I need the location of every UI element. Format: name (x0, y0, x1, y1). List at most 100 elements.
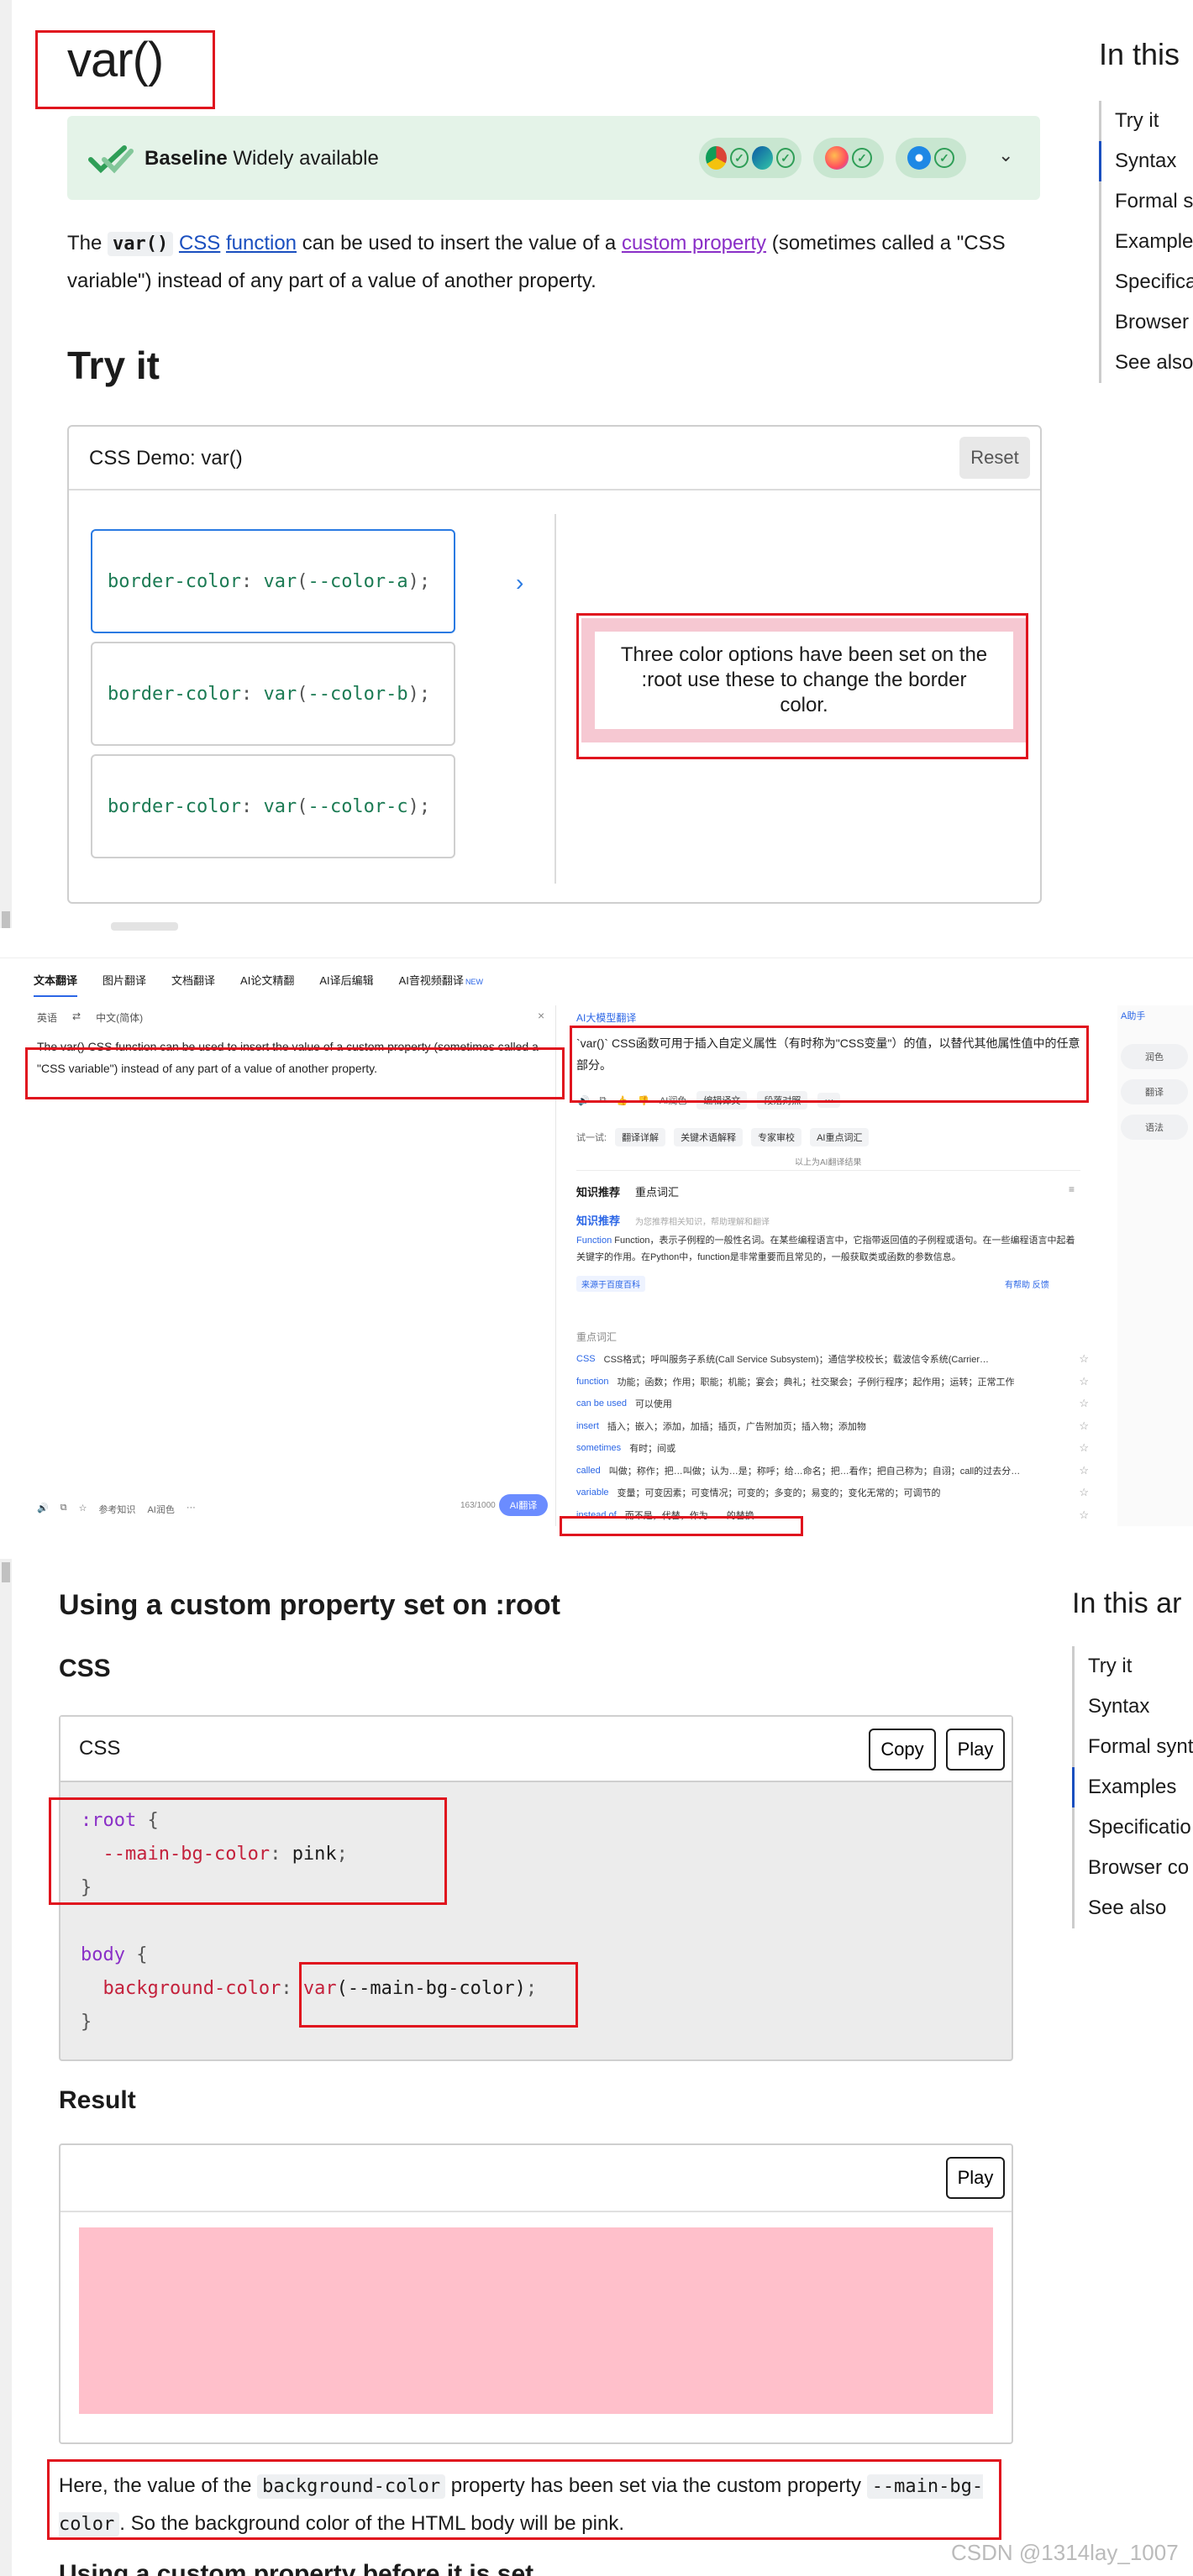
vocab-row: CSS CSS格式；呼叫服务子系统(Call Service Subsystem)… (576, 1352, 1089, 1366)
pink-body-preview (79, 2227, 993, 2414)
try-it-heading: Try it (67, 344, 160, 387)
toc-item-syntax[interactable]: Syntax (1075, 1687, 1193, 1727)
star-icon[interactable]: ☆ (1079, 1397, 1089, 1410)
target-language-select[interactable]: 中文(简体) (96, 1010, 143, 1025)
tab-text-translate[interactable]: 文本翻译 (34, 972, 78, 997)
toc-item-examples[interactable]: Examples (1072, 1767, 1193, 1807)
thumbs-down-icon[interactable]: 👎 (638, 1095, 649, 1106)
star-icon[interactable]: ☆ (1079, 1508, 1089, 1522)
star-icon[interactable]: ☆ (1079, 1375, 1089, 1388)
tab-knowledge[interactable]: 知识推荐 (576, 1183, 620, 1199)
reference-knowledge-button[interactable]: 参考知识 (98, 1503, 135, 1516)
vocab-row: variable 变量；可变因素；可变情况；可变的；多变的；易变的；变化无常的；可… (576, 1486, 1089, 1499)
demo-choice-a[interactable]: border-color: var(--color-a); (91, 529, 455, 633)
toc-item-syntax[interactable]: Syntax (1099, 141, 1193, 181)
star-icon[interactable]: ☆ (1079, 1464, 1089, 1477)
play-button[interactable]: Play (946, 2157, 1005, 2199)
baseline-banner[interactable]: Baseline Widely available ✓ ✓ ✓ ✓ ⌄ (67, 116, 1040, 200)
star-icon[interactable]: ☆ (1079, 1441, 1089, 1455)
translate-button[interactable]: 翻译 (1121, 1079, 1188, 1104)
ai-polish-button[interactable]: AI润色 (660, 1094, 686, 1107)
toc-item-specifications[interactable]: Specificatio (1075, 1807, 1193, 1848)
grammar-button[interactable]: 语法 (1121, 1115, 1188, 1140)
css-demo-box: CSS Demo: var() Reset border-color: var(… (67, 425, 1042, 904)
toc-item-formal-syntax[interactable]: Formal synt (1075, 1727, 1193, 1767)
vocab-row: instead of 而不是，代替，作为……的替换 ☆ (576, 1508, 1089, 1522)
tab-doc-translate[interactable]: 文档翻译 (171, 972, 215, 997)
tab-post-edit[interactable]: AI译后编辑 (319, 972, 373, 997)
result-heading: Result (59, 2086, 136, 2114)
copy-icon[interactable]: ⧉ (60, 1503, 67, 1516)
more-icon[interactable]: ··· (817, 1093, 841, 1108)
toc-item-try-it[interactable]: Try it (1075, 1646, 1193, 1687)
source-language-select[interactable]: 英语 (37, 1010, 57, 1025)
model-select[interactable]: AI大模型翻译 (576, 1010, 636, 1025)
custom-property-link[interactable]: custom property (622, 232, 766, 254)
chevron-down-icon[interactable]: ⌄ (998, 144, 1013, 166)
more-icon[interactable]: ··· (187, 1503, 196, 1516)
knowledge-source[interactable]: 来源于百度百科 (576, 1276, 645, 1292)
close-icon[interactable]: × (538, 1009, 544, 1022)
key-terms-chip[interactable]: 关键术语解释 (674, 1128, 744, 1146)
toc-item-see-also[interactable]: See also (1075, 1888, 1193, 1928)
ai-polish-button[interactable]: AI润色 (147, 1503, 174, 1516)
toc-item-browser-compat[interactable]: Browser co (1075, 1848, 1193, 1888)
speaker-icon[interactable]: 🔊 (578, 1095, 590, 1106)
scrollbar-thumb[interactable] (2, 911, 10, 928)
source-toolbar: 🔊 ⧉ ☆ 参考知识 AI润色 ··· (37, 1503, 196, 1516)
toc-item-examples[interactable]: Example (1101, 222, 1193, 262)
knowledge-hint: 为您推荐相关知识，帮助理解和翻译 (635, 1218, 770, 1227)
demo-choice-b[interactable]: border-color: var(--color-b); (91, 642, 455, 746)
feedback-links[interactable]: 有帮助 反馈 (1005, 1278, 1049, 1290)
tab-paper-translate[interactable]: AI论文精翻 (240, 972, 294, 997)
knowledge-term[interactable]: Function (576, 1236, 612, 1246)
function-link[interactable]: function (226, 232, 297, 254)
toc-item-specifications[interactable]: Specifica (1101, 262, 1193, 302)
toc-item-try-it[interactable]: Try it (1101, 101, 1193, 141)
play-button[interactable]: Play (946, 1729, 1005, 1771)
speaker-icon[interactable]: 🔊 (37, 1503, 49, 1516)
copy-button[interactable]: Copy (869, 1729, 936, 1771)
translate-tabs: 文本翻译 图片翻译 文档翻译 AI论文精翻 AI译后编辑 AI音视频翻译 NEW (34, 972, 483, 997)
css-link[interactable]: CSS (179, 232, 220, 254)
edit-translation-button[interactable]: 编辑译文 (696, 1091, 748, 1110)
reset-button[interactable]: Reset (959, 437, 1030, 479)
check-icon: ✓ (852, 148, 872, 168)
expert-review-chip[interactable]: 专家审校 (751, 1128, 802, 1146)
menu-icon[interactable]: ≡ (1069, 1183, 1075, 1195)
toc-item-browser-compat[interactable]: Browser (1101, 302, 1193, 343)
demo-header: CSS Demo: var() Reset (69, 427, 1040, 491)
assistant-label[interactable]: A助手 (1121, 1009, 1145, 1022)
tab-image-translate[interactable]: 图片翻译 (102, 972, 146, 997)
tab-vocab[interactable]: 重点词汇 (635, 1183, 679, 1199)
ai-result-note: 以上为AI翻译结果 (795, 1158, 862, 1167)
thumbs-up-icon[interactable]: 👍 (617, 1095, 628, 1106)
try-row: 试一试: 翻译详解 关键术语解释 专家审校 AI重点词汇 (576, 1128, 870, 1146)
star-icon[interactable]: ☆ (1079, 1352, 1089, 1366)
star-icon[interactable]: ☆ (1079, 1486, 1089, 1499)
translated-text: `var()` CSS函数可用于插入自定义属性（有时称为"CSS变量"）的值，以… (576, 1036, 1080, 1072)
paragraph-compare-button[interactable]: 段落对照 (757, 1091, 808, 1110)
tab-av-translate[interactable]: AI音视频翻译 NEW (399, 972, 483, 997)
demo-choice-c[interactable]: border-color: var(--color-c); (91, 754, 455, 858)
target-toolbar: 🔊 ⧉ 👍 👎 AI润色 编辑译文 段落对照 ··· (578, 1091, 841, 1110)
ai-translate-button[interactable]: AI翻译 (499, 1494, 548, 1516)
star-icon[interactable]: ☆ (79, 1503, 87, 1516)
chevron-right-icon: › (516, 569, 524, 595)
ai-vocab-chip[interactable]: AI重点词汇 (810, 1128, 870, 1146)
scrollbar[interactable] (0, 0, 12, 928)
toc-item-see-also[interactable]: See also (1101, 343, 1193, 383)
char-counter: 163/1000 (460, 1501, 496, 1510)
explain-translation-chip[interactable]: 翻译详解 (615, 1128, 666, 1146)
swap-icon[interactable]: ⇄ (72, 1010, 81, 1025)
toc-item-formal-syntax[interactable]: Formal s (1101, 181, 1193, 222)
source-text-input[interactable]: The var() CSS function can be used to in… (37, 1036, 548, 1079)
copy-icon[interactable]: ⧉ (600, 1095, 607, 1106)
language-bar: 英语 ⇄ 中文(简体) (37, 1010, 143, 1025)
toc: Try it Syntax Formal synt Examples Speci… (1072, 1646, 1193, 1928)
star-icon[interactable]: ☆ (1079, 1419, 1089, 1433)
scrollbar-thumb[interactable] (2, 1562, 10, 1582)
scrollbar[interactable] (0, 1559, 12, 2576)
polish-button[interactable]: 润色 (1121, 1044, 1188, 1069)
browser-firefox-support: ✓ (813, 138, 884, 178)
